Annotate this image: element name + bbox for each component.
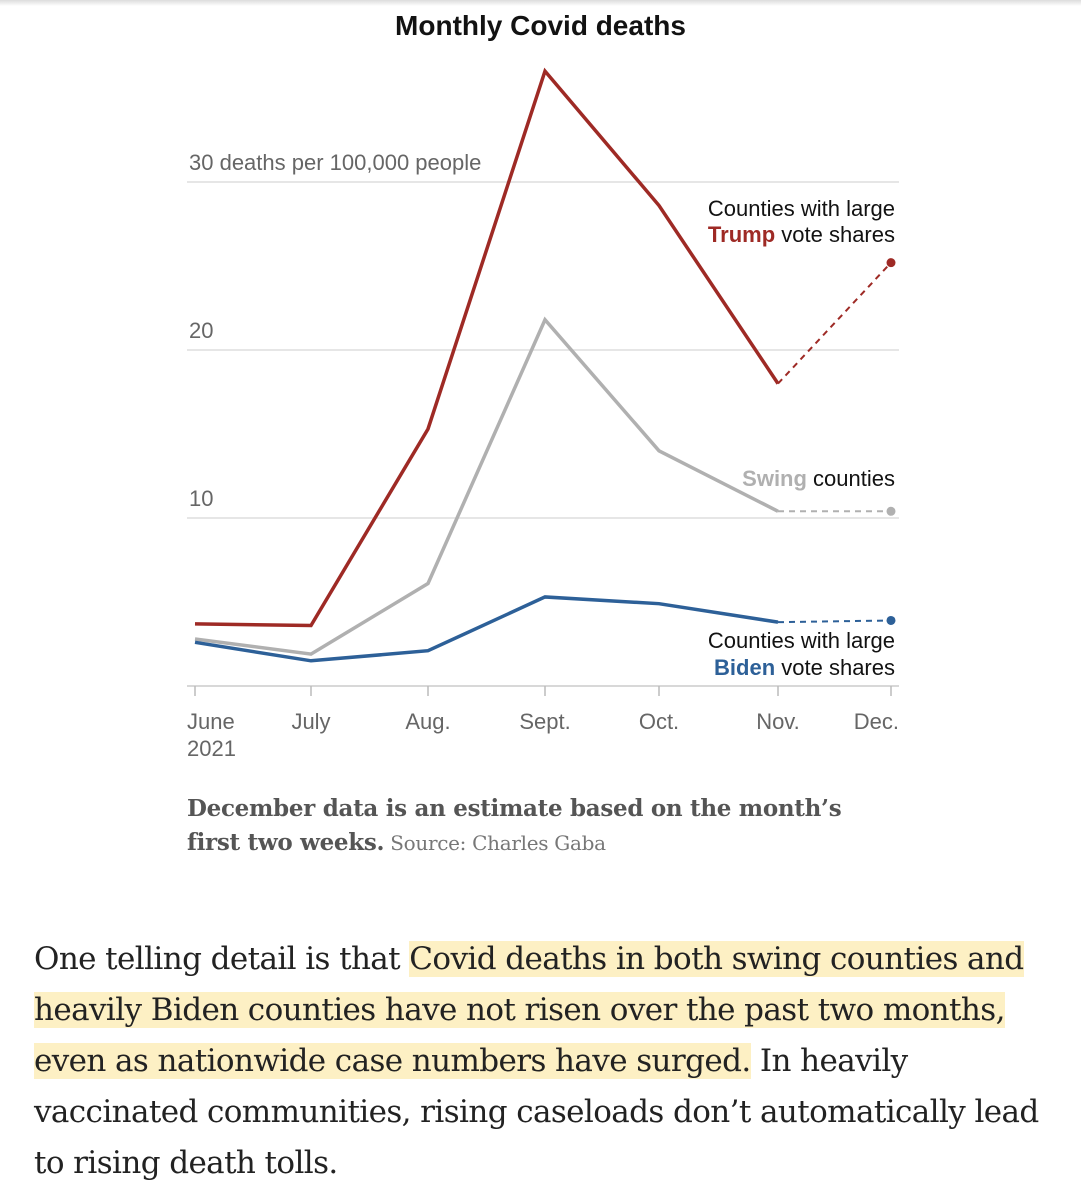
series-label-trump: Trump vote shares	[708, 222, 895, 247]
x-tick-label-line: June	[187, 709, 235, 734]
y-tick-label: 30 deaths per 100,000 people	[189, 150, 481, 175]
x-tick-label: Dec.	[854, 709, 899, 734]
x-tick-label-line: July	[291, 709, 330, 734]
series-label-part: vote shares	[775, 222, 895, 247]
x-tick-label: Aug.	[405, 709, 450, 734]
x-tick-label: Oct.	[639, 709, 679, 734]
x-tick-label-line: Sept.	[519, 709, 570, 734]
series-estimate-trump	[777, 261, 892, 385]
x-tick-label: Sept.	[519, 709, 570, 734]
series-biden: Counties with largeBiden vote shares	[194, 595, 896, 680]
x-tick-label-line: Dec.	[854, 709, 899, 734]
series-label-part: Counties with large	[708, 196, 895, 221]
x-tick-label-line: Nov.	[756, 709, 800, 734]
series-label-part: Trump	[708, 222, 775, 247]
caption-source: Source: Charles Gaba	[390, 831, 606, 855]
series-line-swing	[194, 316, 779, 656]
x-tick-label-line: Aug.	[405, 709, 450, 734]
estimate-point-trump	[886, 258, 896, 268]
series-swing: Swing counties	[194, 316, 896, 656]
article-paragraph: One telling detail is that Covid deaths …	[34, 934, 1054, 1189]
y-tick-label: 20	[189, 318, 213, 343]
x-tick-label: July	[291, 709, 330, 734]
y-tick-label: 10	[189, 486, 213, 511]
series-label-swing: Swing counties	[742, 466, 895, 491]
series-label-part: Counties with large	[708, 628, 895, 653]
estimate-point-swing	[886, 506, 896, 516]
x-tick-label: June 2021	[187, 709, 236, 761]
series-label-part: Swing	[742, 466, 807, 491]
line-chart: 10 20 30 deaths per 100,000 people June 2021…	[187, 67, 899, 761]
chart-title: Monthly Covid deaths	[395, 10, 686, 41]
chart-caption: December data is an estimate based on th…	[187, 792, 847, 860]
series-label-part: vote shares	[775, 655, 895, 680]
series-label-trump: Counties with large	[708, 196, 895, 221]
estimate-point-biden	[886, 615, 896, 625]
x-tick-label-line: Oct.	[639, 709, 679, 734]
series-label-biden: Counties with large	[708, 628, 895, 653]
series-estimate-biden	[777, 619, 892, 624]
x-tick-label: Nov.	[756, 709, 800, 734]
series-label-biden: Biden vote shares	[714, 655, 895, 680]
x-tick-label-line: 2021	[187, 736, 236, 761]
series-label-part: Biden	[714, 655, 775, 680]
paragraph-lead: One telling detail is that	[34, 941, 410, 977]
series-label-part: counties	[807, 466, 895, 491]
